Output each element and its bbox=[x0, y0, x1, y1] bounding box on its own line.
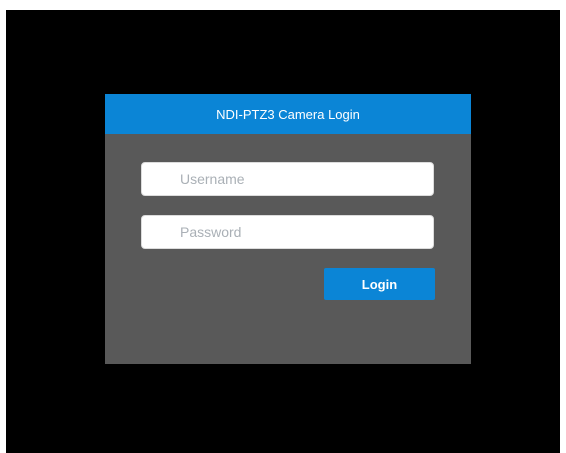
login-header: NDI-PTZ3 Camera Login bbox=[105, 94, 471, 134]
password-input[interactable] bbox=[141, 215, 434, 249]
screen-background: NDI-PTZ3 Camera Login Login bbox=[6, 10, 560, 453]
login-panel: NDI-PTZ3 Camera Login Login bbox=[105, 94, 471, 364]
login-button[interactable]: Login bbox=[324, 268, 435, 300]
login-title: NDI-PTZ3 Camera Login bbox=[216, 106, 360, 122]
username-input[interactable] bbox=[141, 162, 434, 196]
